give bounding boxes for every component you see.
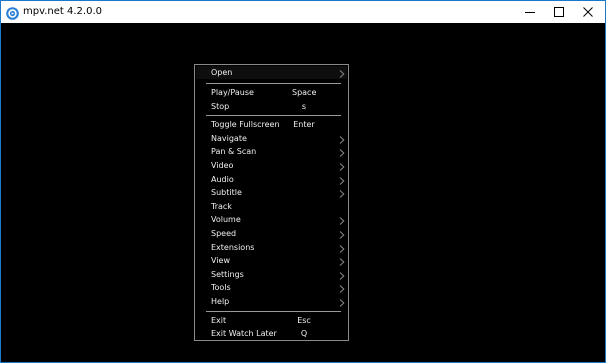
- menu-item-label: Pan & Scan: [211, 147, 257, 157]
- menu-item-pan-scan[interactable]: Pan & Scan: [196, 145, 347, 158]
- submenu-arrow-icon: [339, 230, 345, 239]
- menu-item-play-pause[interactable]: Play/Pause Space: [196, 86, 347, 99]
- submenu-arrow-icon: [339, 69, 345, 78]
- minimize-icon: [525, 7, 535, 17]
- submenu-arrow-icon: [339, 162, 345, 171]
- menu-item-open[interactable]: Open: [196, 66, 347, 79]
- window-title: mpv.net 4.2.0.0: [23, 6, 102, 17]
- submenu-arrow-icon: [339, 216, 345, 226]
- menu-item-help[interactable]: Help: [196, 295, 347, 308]
- menu-item-label: Tools: [211, 283, 231, 293]
- mpv-app-icon: [6, 5, 19, 20]
- maximize-icon: [554, 7, 564, 17]
- menu-item-label: Exit: [211, 315, 227, 325]
- menu-item-navigate[interactable]: Navigate: [196, 132, 347, 145]
- menu-item-label: View: [211, 256, 230, 266]
- menu-item-toggle-fullscreen[interactable]: Toggle Fullscreen Enter: [196, 118, 347, 131]
- context-menu: Open Play/Pause Space Stop s Toggle Fullscree…: [194, 64, 349, 341]
- submenu-arrow-icon: [339, 176, 345, 185]
- menu-item-video[interactable]: Video: [196, 159, 347, 172]
- menu-item-speed[interactable]: Speed: [196, 227, 347, 240]
- submenu-arrow-icon: [339, 135, 345, 144]
- menu-item-extensions[interactable]: Extensions: [196, 241, 347, 254]
- menu-item-label: Settings: [211, 269, 244, 279]
- submenu-arrow-icon: [339, 271, 345, 280]
- menu-item-label: Speed: [211, 229, 237, 238]
- menu-item-shortcut: Enter: [293, 120, 315, 130]
- submenu-arrow-icon: [339, 284, 345, 294]
- submenu-arrow-icon: [339, 148, 345, 158]
- menu-item-label: Exit Watch Later: [211, 329, 277, 339]
- menu-item-settings[interactable]: Settings: [196, 268, 347, 281]
- menu-item-stop[interactable]: Stop s: [196, 100, 347, 113]
- menu-item-label: Extensions: [211, 242, 255, 252]
- menu-item-label: Volume: [211, 215, 241, 225]
- menu-item-shortcut: Esc: [297, 315, 311, 325]
- menu-item-subtitle[interactable]: Subtitle: [196, 186, 347, 199]
- menu-item-label: Track: [211, 201, 232, 211]
- close-icon: [583, 7, 593, 17]
- menu-item-label: Stop: [211, 101, 230, 111]
- menu-item-shortcut: s: [301, 101, 307, 111]
- menu-item-view[interactable]: View: [196, 254, 347, 267]
- menu-item-label: Video: [211, 161, 234, 170]
- menu-item-label: Open: [211, 68, 233, 77]
- menu-item-label: Audio: [211, 174, 234, 184]
- app-window: mpv.net 4.2.0.0 Open Play/Pause Space Stop s…: [0, 0, 606, 363]
- menu-separator: [206, 115, 341, 117]
- submenu-arrow-icon: [339, 257, 345, 267]
- menu-item-label: Subtitle: [211, 188, 242, 198]
- menu-item-exit-watch-later[interactable]: Exit Watch Later Q: [196, 327, 347, 340]
- maximize-button[interactable]: [544, 1, 574, 23]
- minimize-button[interactable]: [515, 1, 545, 23]
- submenu-arrow-icon: [339, 189, 345, 199]
- menu-item-track[interactable]: Track: [196, 200, 347, 213]
- menu-item-label: Toggle Fullscreen: [211, 120, 280, 130]
- menu-item-tools[interactable]: Tools: [196, 281, 347, 294]
- submenu-arrow-icon: [339, 244, 345, 253]
- menu-separator: [206, 310, 341, 312]
- menu-item-exit[interactable]: Exit Esc: [196, 314, 347, 327]
- menu-item-shortcut: Space: [292, 88, 317, 97]
- menu-item-label: Navigate: [211, 133, 247, 143]
- submenu-arrow-icon: [339, 298, 345, 307]
- menu-item-label: Play/Pause: [211, 88, 254, 97]
- menu-item-label: Help: [211, 297, 230, 306]
- close-button[interactable]: [573, 1, 603, 23]
- menu-separator: [206, 83, 341, 84]
- menu-item-audio[interactable]: Audio: [196, 173, 347, 186]
- title-bar[interactable]: mpv.net 4.2.0.0: [1, 1, 605, 23]
- menu-item-volume[interactable]: Volume: [196, 213, 347, 226]
- menu-item-shortcut: Q: [300, 329, 308, 339]
